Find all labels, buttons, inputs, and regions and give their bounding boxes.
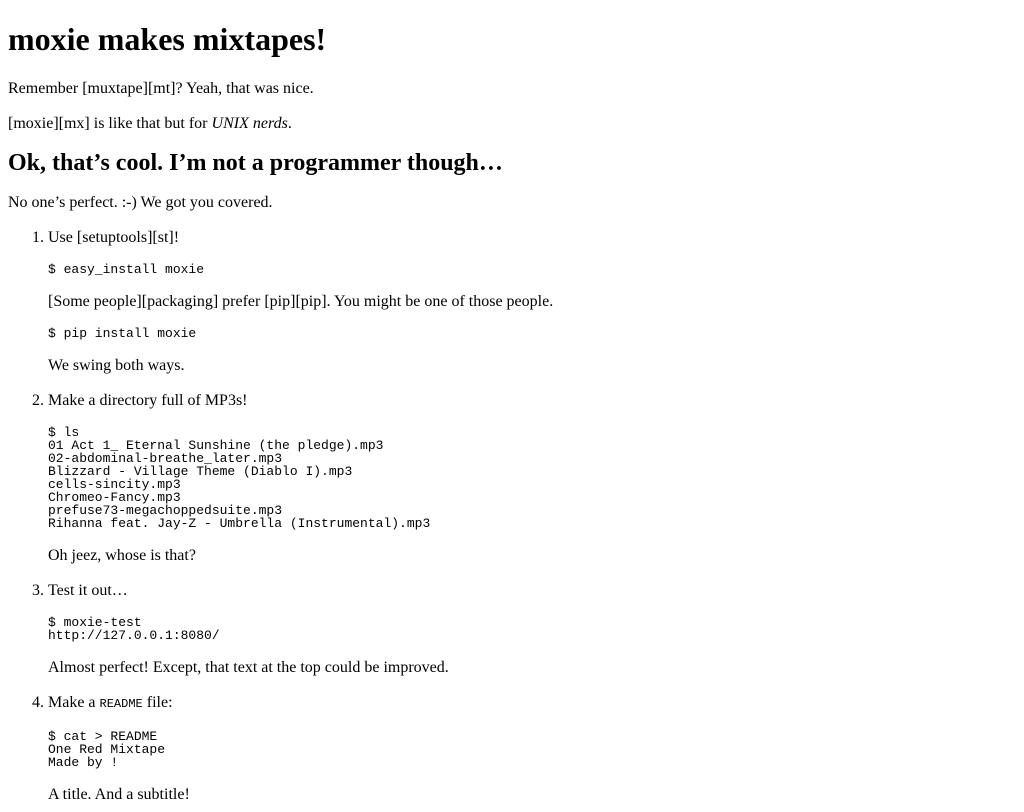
intro-paragraph-2: [moxie][mx] is like that but for UNIX ne… [8,114,1016,133]
intro-p2-suffix: . [287,115,292,132]
step-3-text: Almost perfect! Except, that text at the… [48,659,449,676]
readme-inline-code: README [99,697,143,711]
step-4-lead: Make a README file: [48,693,1016,714]
step-1-code-2: $ pip install moxie [48,326,197,341]
intro-p2-emphasis: UNIX nerds [211,115,288,132]
step-4-lead-suffix: file: [142,694,173,711]
step-1-lead: Use [setuptools][st]! [48,229,180,246]
step-4-text: A title. And a subtitle! [48,786,190,803]
section-lead: No one’s perfect. :-) We got you covered… [8,194,273,211]
intro-paragraph-1: Remember [muxtape][mt]? Yeah, that was n… [8,80,314,97]
step-1-text-2: We swing both ways. [48,357,185,374]
step-2-code: $ ls 01 Act 1_ Eternal Sunshine (the ple… [48,425,431,531]
step-4-lead-prefix: Make a [48,694,100,711]
step-1-text-1: [Some people][packaging] prefer [pip][pi… [48,293,554,310]
step-3-lead: Test it out… [48,582,128,599]
step-item-2: Make a directory full of MP3s! $ ls 01 A… [48,391,1016,565]
step-item-3: Test it out… $ moxie-test http://127.0.0… [48,581,1016,677]
step-4-code: $ cat > README One Red Mixtape Made by ! [48,729,166,770]
step-item-4: Make a README file: $ cat > README One R… [48,693,1016,804]
step-3-code: $ moxie-test http://127.0.0.1:8080/ [48,615,220,643]
step-item-1: Use [setuptools][st]! $ easy_install mox… [48,228,1016,375]
step-2-lead: Make a directory full of MP3s! [48,392,248,409]
step-2-text: Oh jeez, whose is that? [48,547,196,564]
section-heading: Ok, that’s cool. I’m not a programmer th… [8,150,503,176]
page-title: moxie makes mixtapes! [8,21,327,57]
step-1-code-1: $ easy_install moxie [48,262,205,277]
document-page: moxie makes mixtapes! Remember [muxtape]… [0,0,1024,812]
intro-p2-prefix: [moxie][mx] is like that but for [8,115,212,132]
steps-list: Use [setuptools][st]! $ easy_install mox… [8,228,1016,804]
